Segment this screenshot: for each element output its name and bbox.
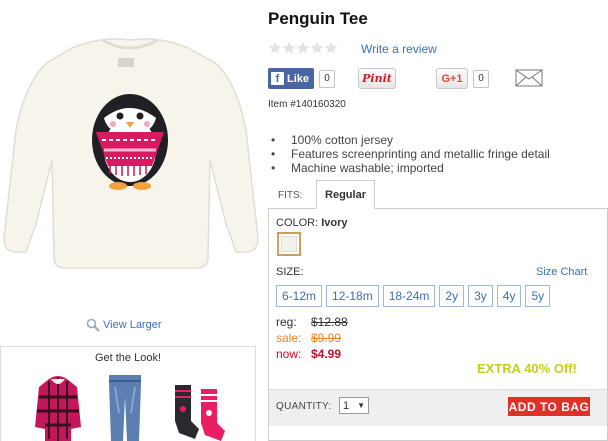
size-options: 6-12m 12-18m 18-24m 2y 3y 4y 5y <box>276 285 551 307</box>
sale-price-row: sale: $9.99 <box>276 331 342 345</box>
facebook-icon: f <box>271 72 284 85</box>
google-plus-count: 0 <box>473 69 489 88</box>
product-title: Penguin Tee <box>268 9 368 28</box>
regular-price: $12.88 <box>311 315 348 329</box>
get-the-look-title: Get the Look! <box>94 352 162 364</box>
rating-stars[interactable] <box>268 41 338 55</box>
facebook-like-button[interactable]: f Like <box>268 68 315 89</box>
star-empty-icon <box>310 41 324 54</box>
tab-regular-fit[interactable]: Regular <box>316 180 375 209</box>
size-label: SIZE: <box>276 266 304 278</box>
facebook-like-label: Like <box>287 72 310 85</box>
color-value: Ivory <box>321 217 348 229</box>
magnifier-icon <box>86 318 100 332</box>
size-option[interactable]: 5y <box>525 285 551 307</box>
google-plus-widget: G+1 0 <box>436 68 489 89</box>
pinterest-pin-button[interactable]: Pinit <box>358 68 396 89</box>
fits-label: FITS: <box>278 190 303 201</box>
feature-list: • 100% cotton jersey • Features screenprin… <box>268 133 550 175</box>
chevron-down-icon: ▼ <box>357 401 365 410</box>
get-the-look-panel: Get the Look! <box>0 346 256 441</box>
look-item-jeans[interactable] <box>107 373 143 441</box>
sale-price: $9.99 <box>311 331 342 345</box>
color-label: COLOR: Ivory <box>276 217 348 229</box>
size-option[interactable]: 4y <box>496 285 522 307</box>
add-to-bag-button[interactable]: ADD TO BAG <box>508 397 590 416</box>
feature-item: • Features screenprinting and metallic fr… <box>271 147 550 161</box>
google-plus-button[interactable]: G+1 <box>436 68 468 89</box>
size-option[interactable]: 6-12m <box>276 285 323 307</box>
look-item-plaid-jacket[interactable] <box>33 373 83 441</box>
price-block: reg: $12.88 sale: $9.99 now: $4.99 <box>276 314 348 362</box>
item-number: Item #140160320 <box>268 99 346 110</box>
feature-item: • Machine washable; imported <box>271 161 444 175</box>
size-option[interactable]: 12-18m <box>326 285 379 307</box>
facebook-like-count: 0 <box>319 69 336 88</box>
quantity-value: 1 <box>343 399 350 412</box>
view-larger-label: View Larger <box>103 319 162 331</box>
quantity-label: QUANTITY: <box>276 401 332 412</box>
view-larger-link[interactable]: View Larger <box>86 318 162 332</box>
star-empty-icon <box>296 41 310 54</box>
product-image[interactable] <box>0 0 262 318</box>
facebook-like-widget: f Like 0 <box>268 68 336 89</box>
size-option[interactable]: 18-24m <box>382 285 436 307</box>
quantity-select[interactable]: 1 ▼ <box>339 397 369 414</box>
feature-item: • 100% cotton jersey <box>271 133 394 147</box>
color-swatch-ivory[interactable] <box>277 232 301 256</box>
write-review-link[interactable]: Write a review <box>361 42 437 56</box>
now-price-row: now: $4.99 <box>276 347 342 361</box>
now-price: $4.99 <box>311 347 342 361</box>
look-item-socks[interactable] <box>169 381 229 441</box>
size-option[interactable]: 2y <box>439 285 465 307</box>
star-empty-icon <box>268 41 282 54</box>
star-empty-icon <box>324 41 338 54</box>
size-chart-link[interactable]: Size Chart <box>536 266 587 278</box>
regular-price-row: reg: $12.88 <box>276 315 348 329</box>
email-icon[interactable] <box>515 69 543 87</box>
promo-badge: EXTRA 40% Off! <box>477 361 577 376</box>
star-empty-icon <box>282 41 296 54</box>
size-option[interactable]: 3y <box>468 285 493 307</box>
